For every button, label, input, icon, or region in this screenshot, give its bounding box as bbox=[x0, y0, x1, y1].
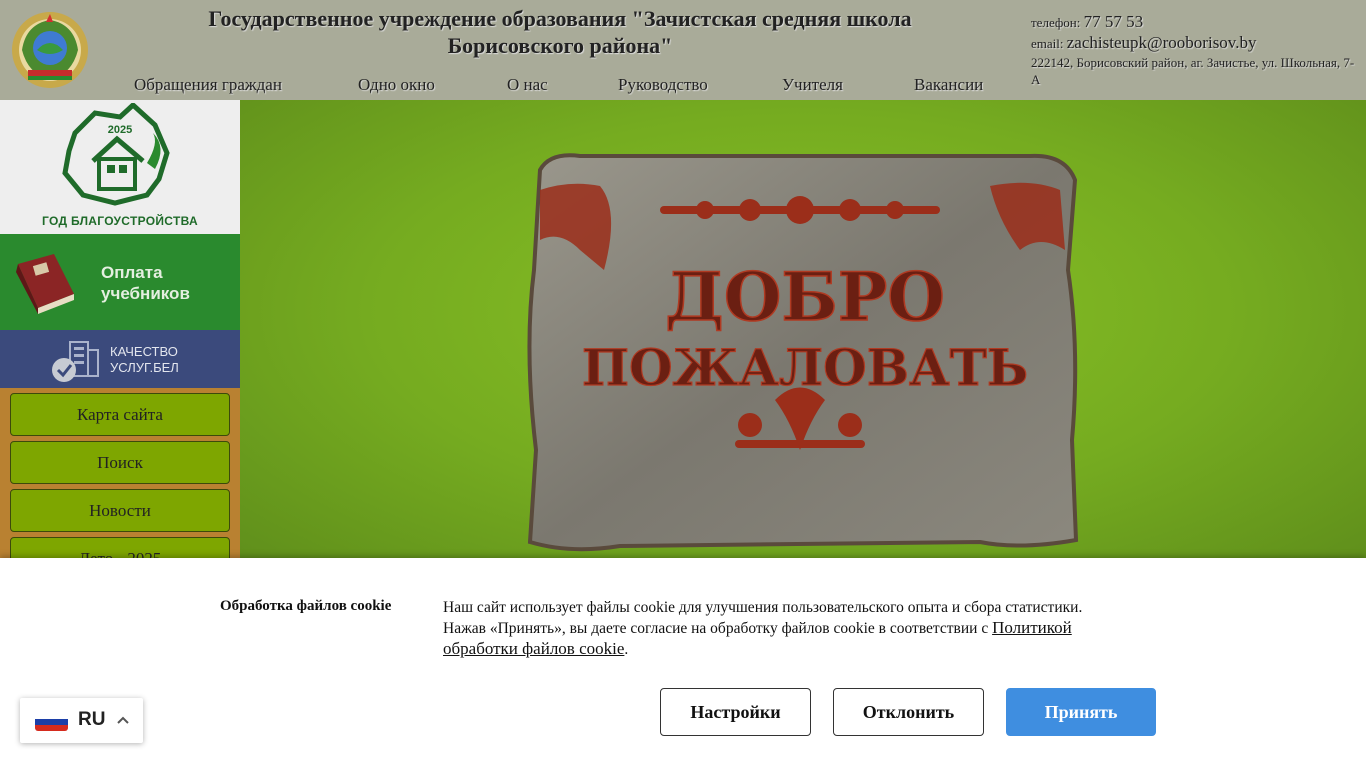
main-nav: Обращения граждан Одно окно О нас Руково… bbox=[100, 75, 1020, 99]
welcome-banner-area: ДОБРО ПОЖАЛОВАТЬ bbox=[240, 100, 1366, 568]
nav-one-window[interactable]: Одно окно bbox=[358, 75, 435, 95]
russia-flag-icon bbox=[35, 713, 68, 731]
state-emblem-icon[interactable] bbox=[10, 10, 90, 90]
year-caption: ГОД БЛАГОУСТРОЙСТВА bbox=[42, 214, 198, 228]
service-quality-banner[interactable]: КАЧЕСТВО УСЛУГ.БЕЛ bbox=[0, 330, 240, 388]
book-icon bbox=[16, 254, 74, 314]
nav-leadership[interactable]: Руководство bbox=[618, 75, 708, 95]
site-header: Государственное учреждение образования "… bbox=[0, 0, 1366, 100]
quality-banner-line2: УСЛУГ.БЕЛ bbox=[110, 360, 179, 375]
contacts-block: телефон: 77 57 53 email: zachisteupk@roo… bbox=[1031, 12, 1361, 88]
nav-appeals[interactable]: Обращения граждан bbox=[134, 75, 282, 95]
cookie-text: Наш сайт использует файлы cookie для улу… bbox=[443, 598, 1123, 660]
address-text: 222142, Борисовский район, аг. Зачистье,… bbox=[1031, 55, 1355, 87]
left-sidebar: 2025 ГОД БЛАГОУСТРОЙСТВА Оплата учебнико… bbox=[0, 100, 240, 568]
cookie-text-body: Наш сайт использует файлы cookie для улу… bbox=[443, 599, 1083, 637]
books-banner-line2: учебников bbox=[101, 284, 190, 303]
phone-number[interactable]: 77 57 53 bbox=[1084, 12, 1144, 31]
cookie-text-tail: . bbox=[624, 641, 629, 658]
nav-teachers[interactable]: Учителя bbox=[782, 75, 843, 95]
quality-banner-line1: КАЧЕСТВО bbox=[110, 344, 178, 359]
language-switcher[interactable]: RU bbox=[20, 698, 143, 743]
sign-line1: ДОБРО bbox=[665, 258, 945, 336]
welcome-sign-image: ДОБРО ПОЖАЛОВАТЬ bbox=[527, 153, 1079, 552]
email-link[interactable]: zachisteupk@rooborisov.by bbox=[1067, 33, 1257, 52]
cookie-banner: Обработка файлов cookie Наш сайт использ… bbox=[0, 558, 1366, 768]
language-code: RU bbox=[78, 709, 106, 730]
cookie-title: Обработка файлов cookie bbox=[220, 598, 392, 614]
page-title: Государственное учреждение образования "… bbox=[208, 6, 912, 58]
email-label: email: bbox=[1031, 36, 1064, 51]
cookie-decline-button[interactable]: Отклонить bbox=[833, 688, 984, 736]
textbook-payment-banner[interactable]: Оплата учебников bbox=[0, 234, 240, 330]
year-of-improvement-banner[interactable]: 2025 ГОД БЛАГОУСТРОЙСТВА bbox=[0, 100, 240, 234]
phone-label: телефон: bbox=[1031, 15, 1081, 30]
nav-about[interactable]: О нас bbox=[507, 75, 548, 95]
sitemap-button[interactable]: Карта сайта bbox=[10, 393, 230, 436]
cookie-settings-button[interactable]: Настройки bbox=[660, 688, 811, 736]
chevron-up-icon bbox=[117, 716, 129, 724]
sign-line2: ПОЖАЛОВАТЬ bbox=[582, 338, 1028, 397]
search-button[interactable]: Поиск bbox=[10, 441, 230, 484]
nav-vacancies[interactable]: Вакансии bbox=[914, 75, 983, 95]
books-banner-line1: Оплата bbox=[101, 263, 163, 282]
belarus-house-icon: 2025 bbox=[62, 103, 170, 206]
cookie-accept-button[interactable]: Принять bbox=[1006, 688, 1156, 736]
year-label: 2025 bbox=[108, 124, 132, 136]
news-button[interactable]: Новости bbox=[10, 489, 230, 532]
building-check-icon bbox=[52, 341, 99, 382]
